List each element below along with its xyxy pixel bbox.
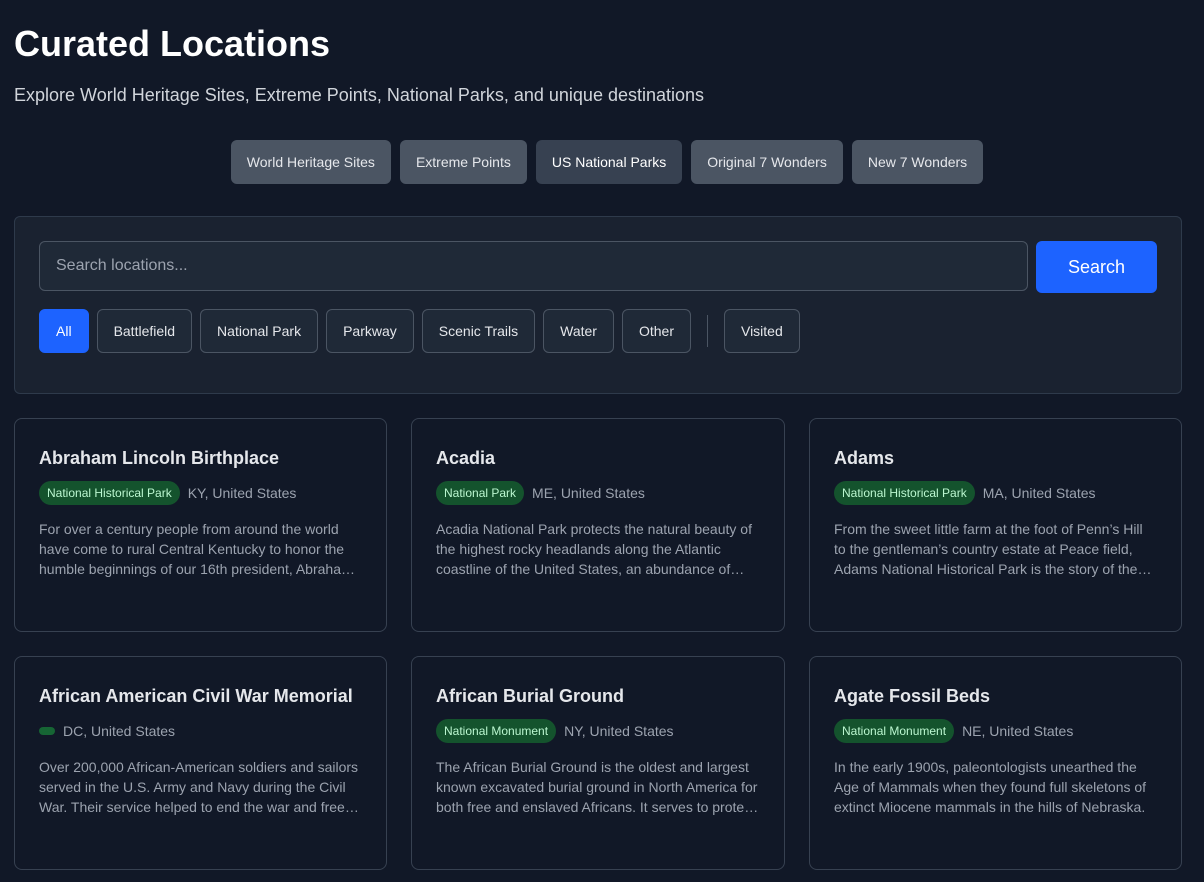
- card-location: DC, United States: [63, 723, 176, 739]
- card-location: NE, United States: [962, 723, 1074, 739]
- card-location: KY, United States: [187, 485, 297, 501]
- location-card[interactable]: Acadia National Park ME, United States A…: [411, 418, 785, 632]
- card-title: African American Civil War Memorial: [39, 686, 353, 706]
- card-meta: National Monument NY, United States: [436, 719, 760, 743]
- card-title: Adams: [834, 448, 895, 468]
- category-filters: All Battlefield National Park Parkway Sc…: [39, 309, 800, 353]
- filter-national-park[interactable]: National Park: [200, 309, 319, 353]
- card-meta: DC, United States: [39, 719, 362, 743]
- filter-scenic-trails[interactable]: Scenic Trails: [421, 309, 536, 353]
- card-meta: National Park ME, United States: [436, 481, 760, 505]
- location-card[interactable]: African Burial Ground National Monument …: [411, 656, 785, 870]
- tab-world-heritage-sites[interactable]: World Heritage Sites: [230, 140, 391, 184]
- card-title: Agate Fossil Beds: [834, 686, 991, 706]
- card-title: Acadia: [436, 448, 496, 468]
- designation-badge: National Park: [436, 481, 525, 505]
- location-card[interactable]: Abraham Lincoln Birthplace National Hist…: [14, 418, 387, 632]
- card-description: In the early 1900s, paleontologists unea…: [834, 759, 1147, 815]
- filter-visited[interactable]: Visited: [723, 309, 800, 353]
- tab-original-7-wonders[interactable]: Original 7 Wonders: [691, 140, 843, 184]
- collection-tabs: World Heritage Sites Extreme Points US N…: [0, 140, 1204, 184]
- card-meta: National Historical Park MA, United Stat…: [834, 481, 1157, 505]
- card-description: Over 200,000 African-American soldiers a…: [39, 759, 359, 815]
- location-card[interactable]: Agate Fossil Beds National Monument NE, …: [809, 656, 1182, 870]
- filter-divider: [706, 315, 708, 347]
- designation-badge: National Monument: [834, 719, 955, 743]
- location-grid: Abraham Lincoln Birthplace National Hist…: [14, 418, 1182, 870]
- filter-water[interactable]: Water: [543, 309, 614, 353]
- card-title: Abraham Lincoln Birthplace: [39, 448, 280, 468]
- search-panel: Search All Battlefield National Park Par…: [14, 216, 1182, 394]
- designation-badge: National Historical Park: [834, 481, 975, 505]
- card-description: The African Burial Ground is the oldest …: [436, 759, 758, 815]
- card-meta: National Historical Park KY, United Stat…: [39, 481, 362, 505]
- designation-badge: National Historical Park: [39, 481, 180, 505]
- filter-parkway[interactable]: Parkway: [326, 309, 414, 353]
- page-title: Curated Locations: [14, 23, 331, 64]
- search-button[interactable]: Search: [1036, 241, 1157, 293]
- tab-us-national-parks[interactable]: US National Parks: [535, 140, 683, 184]
- filter-all[interactable]: All: [39, 309, 89, 353]
- card-title: African Burial Ground: [436, 686, 625, 706]
- tab-new-7-wonders[interactable]: New 7 Wonders: [851, 140, 984, 184]
- designation-badge: [39, 727, 55, 735]
- card-location: MA, United States: [982, 485, 1096, 501]
- designation-badge: National Monument: [436, 719, 557, 743]
- card-meta: National Monument NE, United States: [834, 719, 1157, 743]
- card-location: ME, United States: [532, 485, 645, 501]
- page-subtitle: Explore World Heritage Sites, Extreme Po…: [14, 85, 705, 105]
- search-input[interactable]: [39, 241, 1028, 291]
- card-description: From the sweet little farm at the foot o…: [834, 521, 1143, 577]
- filter-battlefield[interactable]: Battlefield: [96, 309, 193, 353]
- filter-other[interactable]: Other: [621, 309, 691, 353]
- page: Curated Locations Explore World Heritage…: [0, 0, 1204, 882]
- location-card[interactable]: Adams National Historical Park MA, Unite…: [809, 418, 1182, 632]
- card-description: For over a century people from around th…: [39, 521, 353, 577]
- card-description: Acadia National Park protects the natura…: [436, 521, 752, 577]
- location-card[interactable]: African American Civil War Memorial DC, …: [14, 656, 387, 870]
- tab-extreme-points[interactable]: Extreme Points: [399, 140, 527, 184]
- card-location: NY, United States: [564, 723, 674, 739]
